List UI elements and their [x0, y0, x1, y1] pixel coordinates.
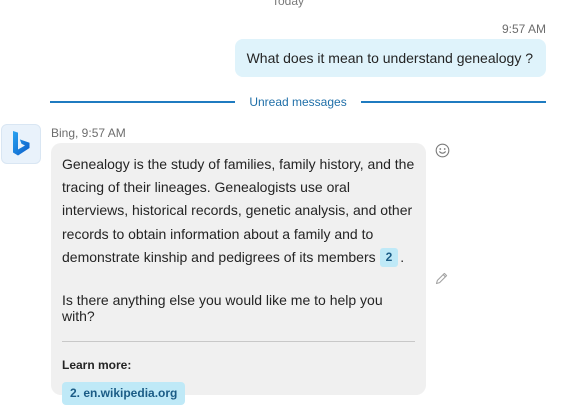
learn-more-divider	[62, 341, 415, 343]
bot-message-text: Genealogy is the study of families, fami…	[62, 156, 415, 265]
divider-line-right	[360, 101, 547, 103]
bing-logo-icon	[13, 131, 30, 156]
citation-badge[interactable]: 2	[379, 247, 399, 267]
smiley-react-icon[interactable]	[435, 143, 450, 163]
pencil-edit-icon[interactable]	[434, 271, 449, 291]
unread-messages-label: Unread messages	[249, 95, 347, 109]
unread-messages-divider: Unread messages	[50, 94, 547, 110]
date-separator: Today	[271, 0, 305, 8]
bot-message-period: .	[400, 248, 405, 265]
followup-question: Is there anything else you would like me…	[62, 292, 383, 325]
bot-message-bubble: Genealogy is the study of families, fami…	[51, 143, 426, 406]
sent-message-timestamp: 9:57 AM	[501, 22, 546, 36]
learn-more-title: Learn more:	[62, 358, 132, 373]
bing-avatar[interactable]	[1, 124, 41, 164]
learn-more-link[interactable]: 2. en.wikipedia.org	[62, 382, 186, 406]
sent-message-bubble[interactable]: What does it mean to understand genealog…	[234, 39, 546, 77]
bot-message-body: Genealogy is the study of families, fami…	[62, 153, 415, 269]
divider-line-left	[50, 101, 236, 103]
bot-sender-timestamp: Bing, 9:57 AM	[51, 126, 126, 140]
